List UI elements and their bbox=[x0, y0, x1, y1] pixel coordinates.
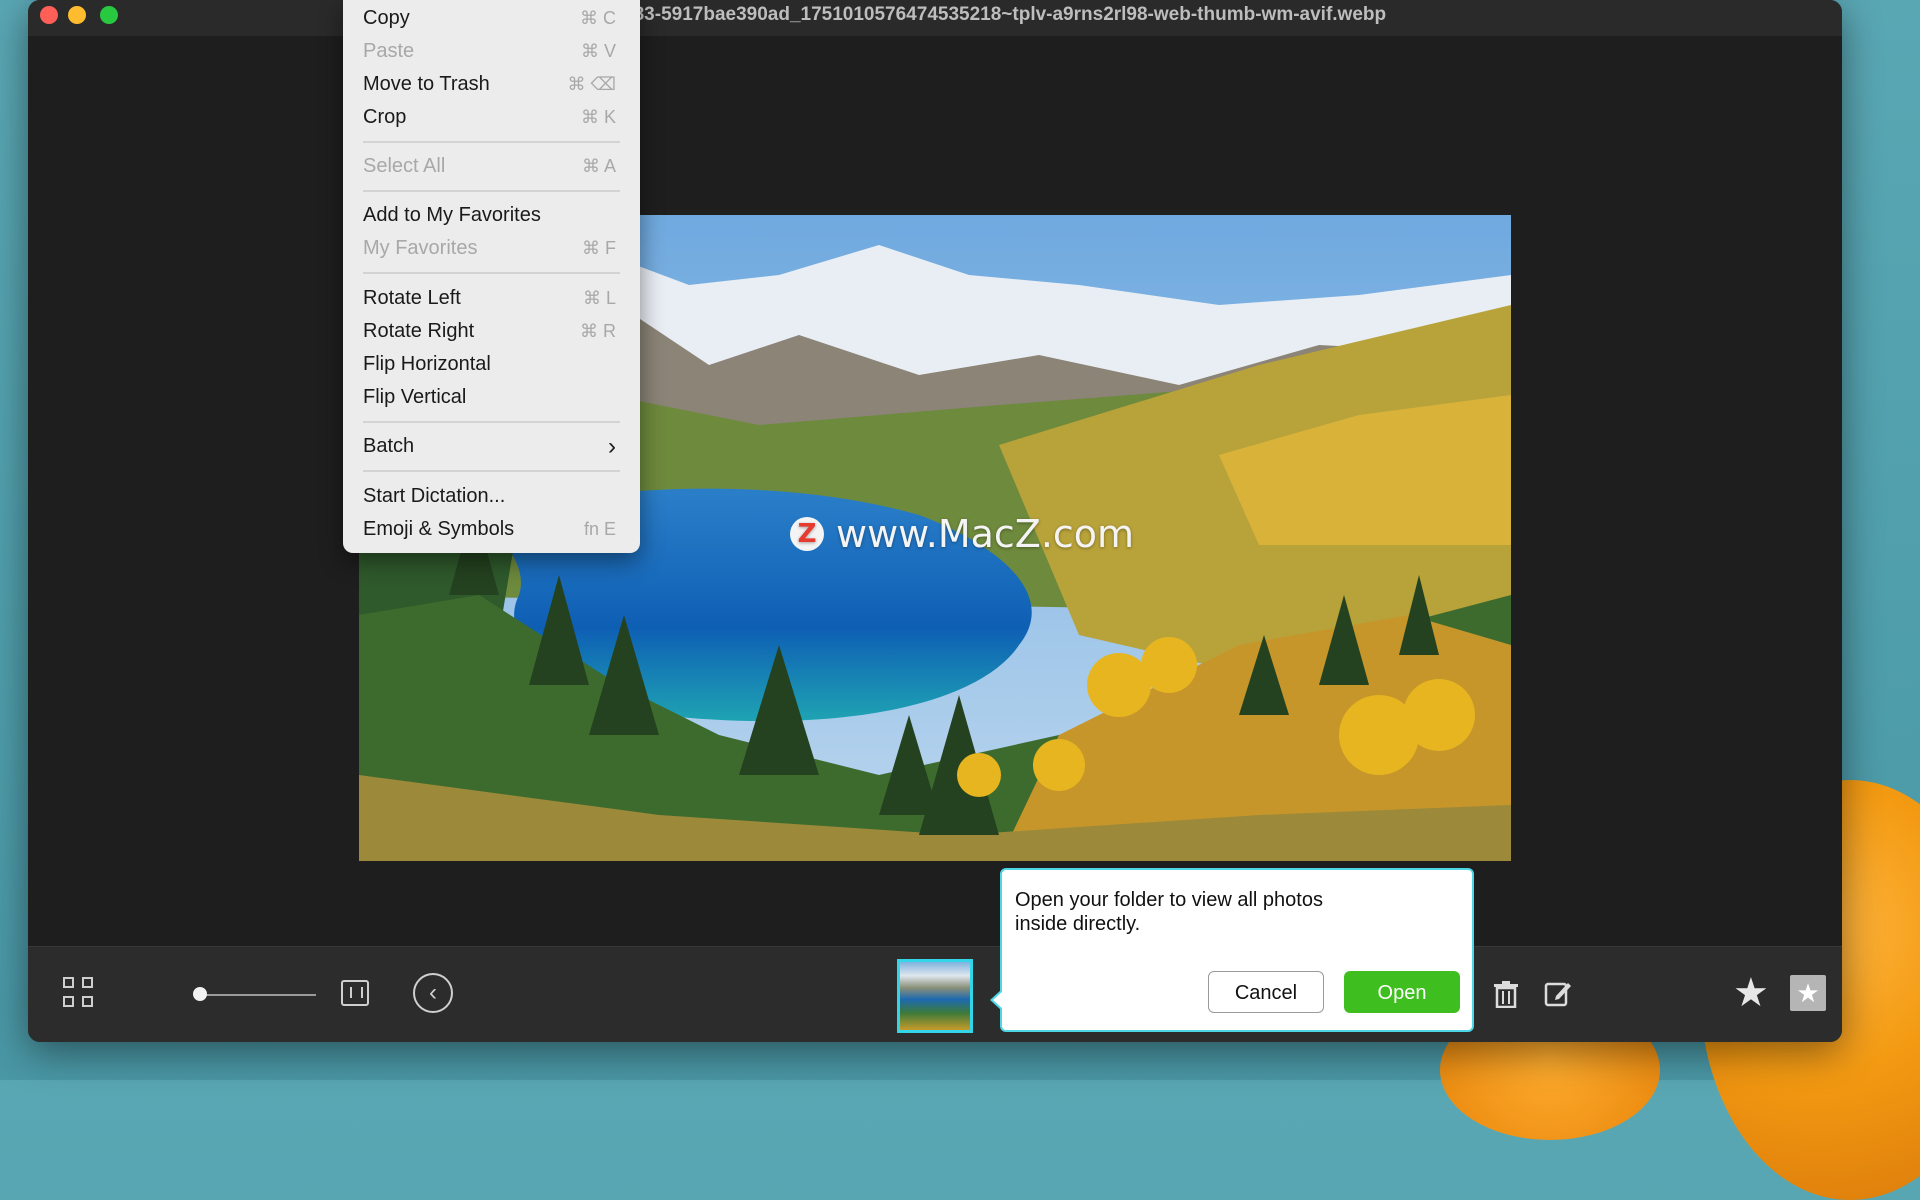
edit-icon[interactable] bbox=[1544, 979, 1572, 1007]
menu-item-label: Move to Trash bbox=[363, 73, 490, 95]
menu-item-rotate-left[interactable]: Rotate Left ⌘ L bbox=[363, 282, 616, 315]
menu-item-label: Flip Vertical bbox=[363, 386, 467, 408]
menu-item-shortcut: fn E bbox=[583, 519, 616, 539]
menu-separator bbox=[363, 470, 620, 472]
close-window-button[interactable] bbox=[40, 6, 58, 24]
grid-view-icon[interactable] bbox=[63, 977, 95, 1009]
bottom-toolbar: ‹ ★ ★ bbox=[28, 946, 1842, 1042]
menu-item-shortcut: ⌘ K bbox=[580, 107, 616, 127]
menu-item-rotate-right[interactable]: Rotate Right ⌘ R bbox=[363, 315, 616, 348]
menu-item-label: Crop bbox=[363, 106, 407, 128]
menu-item-start-dictation[interactable]: Start Dictation... bbox=[363, 480, 616, 513]
menu-separator bbox=[363, 141, 620, 143]
menu-item-paste[interactable]: Paste ⌘ V bbox=[363, 35, 616, 68]
menu-item-label: Add to My Favorites bbox=[363, 204, 541, 226]
trash-icon[interactable] bbox=[1493, 980, 1519, 1008]
menu-item-label: Start Dictation... bbox=[363, 485, 506, 507]
menu-item-flip-horizontal[interactable]: Flip Horizontal bbox=[363, 348, 616, 381]
menu-item-shortcut: ⌘ C bbox=[580, 8, 616, 28]
current-photo-thumbnail[interactable] bbox=[897, 959, 973, 1033]
submenu-chevron-icon: › bbox=[608, 433, 616, 460]
menu-item-my-favorites[interactable]: My Favorites ⌘ F bbox=[363, 232, 616, 265]
menu-item-move-to-trash[interactable]: Move to Trash ⌘ ⌫ bbox=[363, 68, 616, 101]
menu-item-crop[interactable]: Crop ⌘ K bbox=[363, 101, 616, 134]
menu-item-label: Paste bbox=[363, 40, 415, 62]
zoom-slider-track[interactable] bbox=[196, 994, 316, 996]
menu-item-label: Emoji & Symbols bbox=[363, 518, 515, 540]
menu-item-label: Flip Horizontal bbox=[363, 353, 491, 375]
star-icon[interactable]: ★ bbox=[1733, 973, 1769, 1013]
zoom-slider-knob[interactable] bbox=[193, 987, 207, 1001]
menu-item-label: Rotate Left bbox=[363, 287, 461, 309]
menu-separator bbox=[363, 421, 620, 423]
menu-item-label: Select All bbox=[363, 155, 446, 177]
menu-item-shortcut: ⌘ F bbox=[582, 238, 616, 258]
title-bar[interactable]: b83-5917bae390ad_1751010576474535218~tpl… bbox=[28, 0, 1842, 37]
menu-separator bbox=[363, 190, 620, 192]
chevron-left-icon: ‹ bbox=[429, 979, 437, 1006]
context-menu: Copy ⌘ C Paste ⌘ V Move to Trash ⌘ ⌫ Crop ⌘ … bbox=[343, 0, 640, 553]
menu-item-shortcut: ⌘ R bbox=[580, 321, 616, 341]
menu-item-label: Copy bbox=[363, 7, 410, 29]
menu-item-label: Rotate Right bbox=[363, 320, 475, 342]
macz-logo-letter: Z bbox=[797, 519, 817, 549]
watermark: Z www.MacZ.com bbox=[790, 512, 1134, 556]
maximize-window-button[interactable] bbox=[100, 6, 118, 24]
menu-item-shortcut: ⌘ V bbox=[580, 41, 616, 61]
watermark-text: www.MacZ.com bbox=[836, 512, 1135, 556]
menu-item-emoji-symbols[interactable]: Emoji & Symbols fn E bbox=[363, 513, 616, 546]
menu-item-batch[interactable]: Batch › bbox=[363, 430, 616, 463]
menu-item-select-all[interactable]: Select All ⌘ A bbox=[363, 150, 616, 183]
menu-item-shortcut: ⌘ A bbox=[581, 156, 616, 176]
menu-separator bbox=[363, 272, 620, 274]
previous-photo-button[interactable]: ‹ bbox=[413, 973, 453, 1013]
photo-canvas[interactable]: Z www.MacZ.com bbox=[28, 36, 1842, 946]
window-title: b83-5917bae390ad_1751010576474535218~tpl… bbox=[622, 4, 1387, 25]
macz-logo-icon: Z bbox=[790, 517, 824, 551]
viewer-window: b83-5917bae390ad_1751010576474535218~tpl… bbox=[28, 0, 1842, 1042]
menu-item-flip-vertical[interactable]: Flip Vertical bbox=[363, 381, 616, 414]
menu-item-add-to-favorites[interactable]: Add to My Favorites bbox=[363, 199, 616, 232]
favorites-icon[interactable]: ★ bbox=[1790, 975, 1826, 1011]
menu-item-label: Batch bbox=[363, 435, 415, 457]
menu-item-shortcut: ⌘ L bbox=[582, 288, 616, 308]
minimize-window-button[interactable] bbox=[68, 6, 86, 24]
menu-item-copy[interactable]: Copy ⌘ C bbox=[363, 2, 616, 35]
menu-item-shortcut: ⌘ ⌫ bbox=[567, 74, 616, 94]
open-button[interactable]: Open bbox=[1344, 971, 1460, 1013]
open-folder-popover: Open your folder to view all photos insi… bbox=[990, 868, 1474, 1032]
popover-message: Open your folder to view all photos insi… bbox=[1015, 889, 1323, 935]
cancel-button[interactable]: Cancel bbox=[1208, 971, 1324, 1013]
menu-item-label: My Favorites bbox=[363, 237, 478, 259]
fit-to-window-icon[interactable] bbox=[341, 980, 369, 1006]
